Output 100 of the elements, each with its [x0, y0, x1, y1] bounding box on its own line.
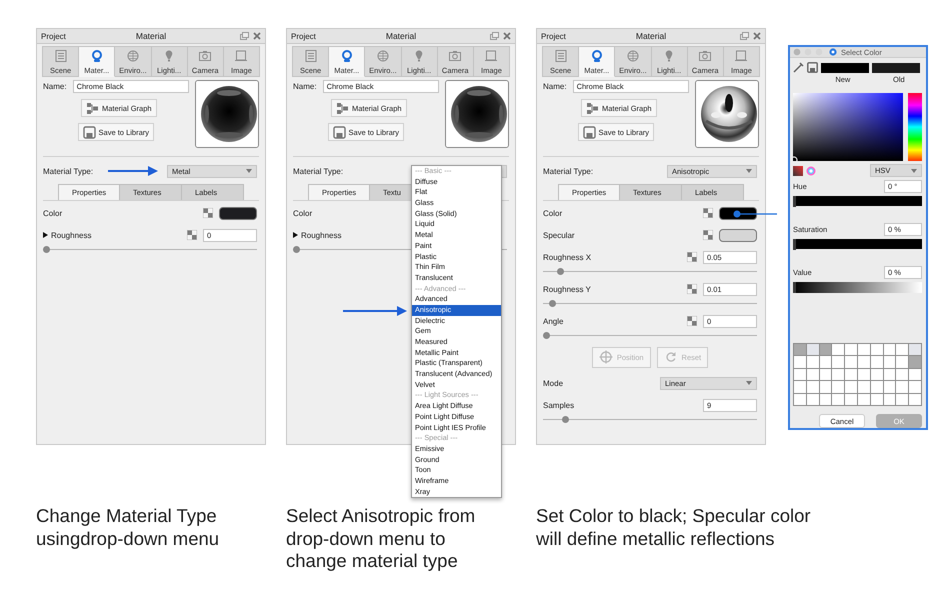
custom-color-cell[interactable]: [870, 368, 883, 380]
custom-color-cell[interactable]: [820, 381, 832, 393]
panel-title: Material: [636, 31, 666, 41]
custom-color-cell[interactable]: [909, 381, 921, 393]
custom-color-cell[interactable]: [884, 381, 896, 393]
custom-color-cell[interactable]: [870, 344, 883, 356]
custom-color-cell[interactable]: [858, 394, 870, 406]
slider-handle[interactable]: [793, 282, 796, 294]
custom-color-cell[interactable]: [794, 344, 806, 356]
close-icon: [253, 32, 261, 40]
crosshair-icon: [598, 350, 613, 364]
caret-icon: [911, 168, 917, 173]
custom-color-cell[interactable]: [870, 356, 883, 368]
custom-color-cell[interactable]: [845, 381, 857, 393]
custom-color-cell[interactable]: [896, 356, 908, 368]
custom-color-cell[interactable]: [858, 381, 870, 393]
node-graph-icon: [586, 102, 599, 114]
slider-thumb[interactable]: [562, 416, 569, 423]
slider-track[interactable]: [543, 332, 757, 339]
custom-color-cell[interactable]: [806, 356, 819, 368]
color-swatch[interactable]: [719, 228, 757, 242]
property-label: Roughness: [51, 230, 92, 240]
field-label: Name:: [293, 82, 317, 91]
property-label: Color: [293, 208, 312, 218]
custom-color-cell[interactable]: [832, 344, 844, 356]
slider-thumb[interactable]: [43, 246, 50, 253]
custom-color-cell[interactable]: [832, 368, 844, 380]
custom-color-cell[interactable]: [896, 344, 908, 356]
custom-color-cell[interactable]: [845, 394, 857, 406]
slider-thumb[interactable]: [557, 268, 564, 275]
custom-color-cell[interactable]: [794, 356, 806, 368]
property-label: Roughness: [301, 230, 342, 240]
globe-icon: [126, 49, 140, 63]
caret-icon: [746, 381, 752, 385]
custom-color-cell[interactable]: [884, 368, 896, 380]
property-label: Samples: [543, 400, 574, 410]
custom-color-cell[interactable]: [884, 356, 896, 368]
custom-color-cell[interactable]: [820, 394, 832, 406]
sphere-preview: [196, 81, 258, 147]
list-icon: [54, 49, 68, 63]
custom-color-cell[interactable]: [858, 344, 870, 356]
node-graph-icon: [86, 102, 99, 114]
custom-color-cell[interactable]: [884, 344, 896, 356]
slider-thumb[interactable]: [293, 246, 300, 253]
custom-color-cell[interactable]: [820, 356, 832, 368]
custom-color-cell[interactable]: [858, 356, 870, 368]
custom-color-cell[interactable]: [820, 344, 832, 356]
custom-color-cell[interactable]: [845, 344, 857, 356]
custom-color-cell[interactable]: [896, 381, 908, 393]
custom-color-cell[interactable]: [870, 381, 883, 393]
custom-color-cell[interactable]: [806, 394, 819, 406]
ring-icon: [340, 49, 354, 63]
channel-slider[interactable]: [793, 282, 922, 293]
custom-color-cell[interactable]: [896, 368, 908, 380]
custom-color-cell[interactable]: [806, 344, 819, 356]
field-label: Name:: [43, 82, 67, 91]
custom-color-cell[interactable]: [794, 394, 806, 406]
custom-color-cell[interactable]: [909, 368, 921, 380]
custom-color-cell[interactable]: [909, 356, 921, 368]
custom-color-cell[interactable]: [845, 356, 857, 368]
custom-color-cell[interactable]: [858, 368, 870, 380]
float-window-icon: [490, 32, 499, 40]
custom-color-cell[interactable]: [794, 381, 806, 393]
custom-color-cell[interactable]: [806, 368, 819, 380]
custom-color-cell[interactable]: [896, 394, 908, 406]
camera-icon: [698, 49, 712, 63]
slider-track[interactable]: [43, 246, 257, 253]
slider-handle[interactable]: [793, 196, 796, 208]
custom-color-cell[interactable]: [832, 394, 844, 406]
custom-color-cell[interactable]: [884, 394, 896, 406]
field-label: Material Type:: [543, 166, 594, 176]
slider-thumb[interactable]: [549, 300, 556, 307]
channel-slider[interactable]: [793, 196, 922, 206]
custom-color-cell[interactable]: [806, 381, 819, 393]
arrow: [343, 306, 407, 316]
custom-color-cell[interactable]: [794, 368, 806, 380]
slider-handle[interactable]: [793, 239, 796, 250]
ring-icon: [90, 49, 104, 63]
panel-title: Material: [386, 31, 416, 41]
caret-icon: [246, 169, 252, 173]
slider-thumb[interactable]: [543, 332, 550, 339]
custom-color-cell[interactable]: [845, 368, 857, 380]
custom-color-cell[interactable]: [909, 394, 921, 406]
custom-color-cell[interactable]: [832, 381, 844, 393]
custom-color-cell[interactable]: [832, 356, 844, 368]
custom-color-cell[interactable]: [870, 394, 883, 406]
sphere-preview: [446, 81, 508, 147]
list-icon: [304, 49, 318, 63]
caption: Select Anisotropic from drop-down menu to change material type: [286, 505, 476, 573]
ring-icon: [590, 49, 604, 63]
property-label: Roughness Y: [543, 284, 591, 294]
property-label: Mode: [543, 378, 564, 388]
custom-color-cell[interactable]: [909, 344, 921, 356]
channel-slider[interactable]: [793, 239, 922, 250]
property-label: Color: [43, 208, 62, 218]
custom-color-cell[interactable]: [820, 368, 832, 380]
property-label: Specular: [543, 230, 575, 240]
globe-icon: [376, 49, 390, 63]
panel-label: Project: [291, 32, 317, 40]
color-swatch[interactable]: [219, 206, 257, 220]
